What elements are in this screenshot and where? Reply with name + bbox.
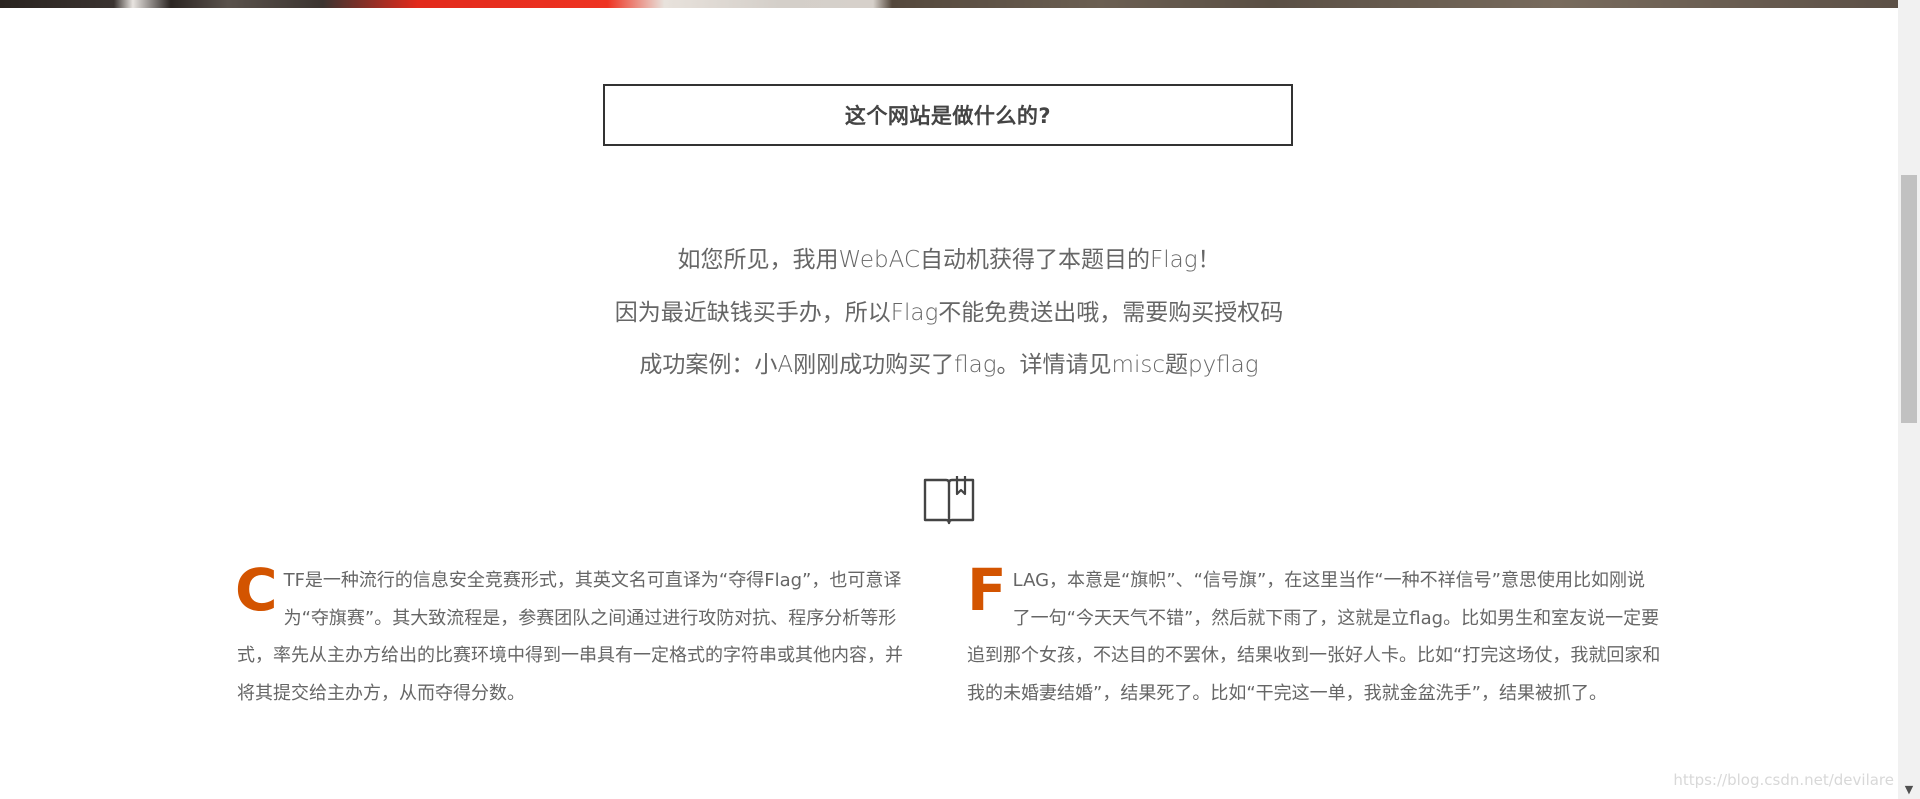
watermark: https://blog.csdn.net/devilare	[1673, 771, 1894, 789]
dropcap-c: C	[235, 556, 278, 624]
intro-line: 因为最近缺钱买手办，所以Flag不能免费送出哦，需要购买授权码	[614, 299, 1284, 326]
intro-text: 如您所见，我用WebAC自动机获得了本题目的Flag！ 因为最近缺钱买手办，所以…	[0, 234, 1898, 392]
flag-description: F LAG，本意是“旗帜”、“信号旗”，在这里当作“一种不祥信号”意思使用比如刚…	[967, 556, 1662, 712]
ctf-description-text: TF是一种流行的信息安全竞赛形式，其英文名可直译为“夺得Flag”，也可意译为“…	[237, 570, 903, 704]
page: 这个网站是做什么的? 如您所见，我用WebAC自动机获得了本题目的Flag！ 因…	[0, 0, 1920, 799]
dropcap-f: F	[967, 556, 1007, 624]
flag-description-text: LAG，本意是“旗帜”、“信号旗”，在这里当作“一种不祥信号”意思使用比如刚说了…	[967, 570, 1661, 704]
ctf-description: C TF是一种流行的信息安全竞赛形式，其英文名可直译为“夺得Flag”，也可意译…	[235, 556, 918, 712]
intro-line: 成功案例：小A刚刚成功购买了flag。详情请见misc题pyflag	[639, 352, 1259, 378]
section-title: 这个网站是做什么的?	[844, 104, 1052, 128]
hero-image	[0, 0, 1898, 8]
vertical-scrollbar[interactable]: ▼	[1898, 0, 1920, 799]
scrollbar-thumb[interactable]	[1901, 175, 1917, 423]
scroll-down-arrow-icon[interactable]: ▼	[1898, 781, 1920, 799]
section-title-box: 这个网站是做什么的?	[603, 84, 1293, 146]
book-icon	[922, 474, 976, 526]
intro-line: 如您所见，我用WebAC自动机获得了本题目的Flag！	[677, 247, 1221, 273]
